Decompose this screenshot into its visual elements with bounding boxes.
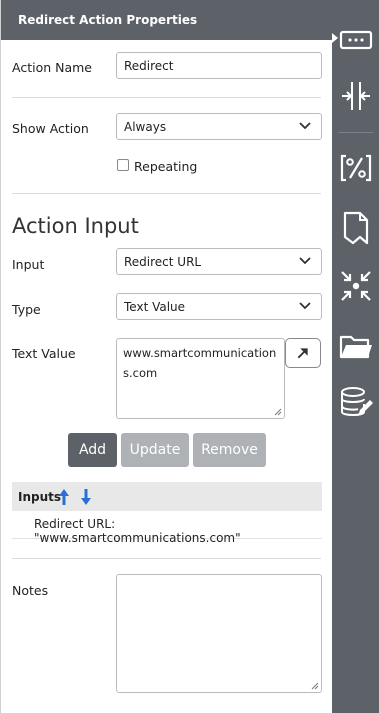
move-up-icon[interactable] — [58, 488, 70, 506]
panel-title: Redirect Action Properties — [18, 13, 198, 27]
folder-icon[interactable] — [338, 328, 374, 364]
action-name-input[interactable]: Redirect — [116, 52, 322, 79]
input-select[interactable]: Redirect URL — [116, 248, 322, 275]
show-action-label: Show Action — [12, 121, 89, 136]
action-properties-icon[interactable] — [338, 22, 374, 58]
rail-divider — [338, 132, 373, 133]
divider — [12, 97, 321, 98]
database-edit-icon[interactable] — [338, 384, 374, 420]
chevron-down-icon — [299, 302, 311, 310]
type-select-value: Text Value — [124, 300, 186, 314]
bookmark-page-icon[interactable] — [338, 210, 374, 246]
input-select-value: Redirect URL — [124, 255, 202, 269]
expand-editor-button[interactable] — [285, 338, 321, 368]
input-label: Input — [12, 257, 45, 272]
expand-arrow-icon — [297, 348, 308, 359]
remove-button[interactable]: Remove — [193, 433, 266, 467]
resize-handle-icon[interactable] — [274, 408, 282, 416]
collapse-arrows-icon[interactable] — [338, 268, 374, 304]
chevron-down-icon — [299, 122, 311, 130]
properties-panel: Redirect Action Properties Action Name R… — [0, 0, 333, 713]
inputs-list-header: Inputs — [12, 482, 322, 511]
chevron-down-icon — [299, 257, 311, 265]
list-item-text: Redirect URL: "www.smartcommunications.c… — [34, 517, 241, 545]
type-label: Type — [12, 302, 41, 317]
divider — [12, 558, 321, 559]
resize-handle-icon[interactable] — [311, 682, 319, 690]
add-button[interactable]: Add — [68, 433, 117, 467]
repeating-checkbox[interactable] — [117, 159, 129, 171]
text-value-textarea[interactable]: www.smartcommunications.com — [116, 338, 285, 419]
text-value-label: Text Value — [12, 346, 76, 361]
notes-textarea[interactable] — [116, 574, 322, 693]
move-down-icon[interactable] — [80, 488, 92, 506]
panel-titlebar: Redirect Action Properties — [1, 0, 333, 40]
section-heading: Action Input — [12, 214, 139, 238]
update-button[interactable]: Update — [121, 433, 189, 467]
inputs-list-title: Inputs — [18, 490, 62, 504]
divider — [12, 193, 321, 194]
show-action-value: Always — [124, 120, 167, 134]
type-select[interactable]: Text Value — [116, 293, 322, 320]
repeating-label: Repeating — [134, 159, 198, 174]
text-value-content: www.smartcommunications.com — [123, 346, 277, 380]
list-item[interactable]: Redirect URL: "www.smartcommunications.c… — [12, 511, 322, 545]
show-action-select[interactable]: Always — [116, 113, 322, 140]
percent-code-icon[interactable] — [338, 150, 374, 186]
notes-label: Notes — [12, 583, 49, 598]
action-name-label: Action Name — [12, 60, 92, 75]
split-merge-icon[interactable] — [338, 78, 374, 114]
